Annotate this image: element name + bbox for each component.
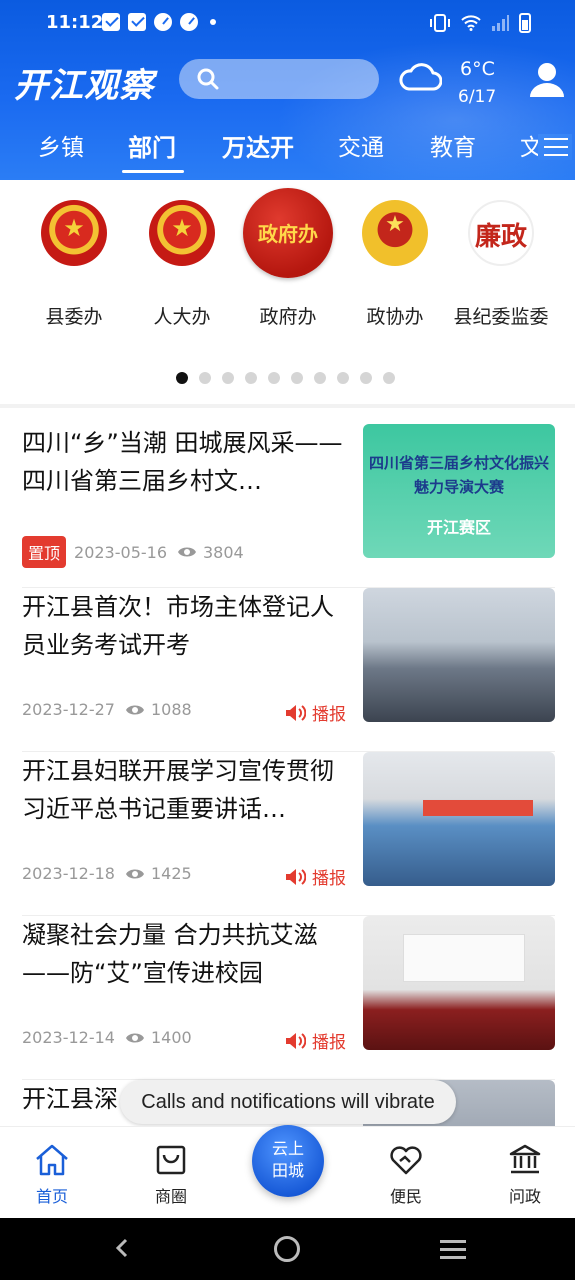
- news-meta: 2023-12-14 1400: [22, 1028, 192, 1047]
- home-icon: [36, 1144, 68, 1176]
- news-views: 1400: [150, 1028, 192, 1047]
- news-views: 1425: [150, 864, 192, 883]
- speaker-icon: [286, 1032, 306, 1049]
- news-thumbnail: [363, 752, 555, 886]
- dept-cppcc-office[interactable]: 政协办: [340, 200, 450, 329]
- eye-icon: [125, 869, 144, 878]
- dept-label: 政协办: [366, 306, 424, 328]
- news-title: 开江县妇联开展学习宣传贯彻习近平总书记重要讲话…: [22, 757, 334, 823]
- news-date: 2023-12-14: [22, 1028, 115, 1047]
- national-emblem-icon: [41, 200, 107, 266]
- search-input[interactable]: [179, 59, 379, 99]
- dept-discipline-commission[interactable]: 廉政 县纪委监委: [446, 200, 556, 329]
- news-thumbnail: 四川省第三届乡村文化振兴 魅力导演大赛 开江赛区: [363, 424, 555, 558]
- speaker-icon: [286, 704, 306, 721]
- weather-date: 6/17: [458, 87, 497, 107]
- system-toast: Calls and notifications will vibrate: [120, 1080, 456, 1124]
- weather-temperature: 6°C: [460, 58, 495, 80]
- user-profile-icon[interactable]: [528, 60, 566, 98]
- section-divider: [0, 404, 575, 408]
- broadcast-button[interactable]: 播报: [284, 864, 346, 889]
- news-views: 3804: [203, 542, 244, 562]
- dept-county-committee[interactable]: 县委办: [19, 200, 129, 329]
- eye-icon: [125, 1033, 144, 1042]
- news-item[interactable]: 开江县妇联开展学习宣传贯彻习近平总书记重要讲话… 2023-12-18 1425…: [0, 752, 575, 916]
- carousel-pager: [176, 372, 395, 384]
- search-icon: [197, 68, 219, 90]
- nav-home[interactable]: 首页: [12, 1143, 92, 1207]
- shopping-bag-icon: [156, 1145, 186, 1175]
- tab-transport[interactable]: 交通: [338, 128, 384, 162]
- news-item[interactable]: 凝聚社会力量 合力共抗艾滋——防“艾”宣传进校园 2023-12-14 1400…: [0, 916, 575, 1080]
- notification-icon: [128, 13, 146, 31]
- tab-township[interactable]: 乡镇: [38, 128, 84, 162]
- news-date: 2023-12-18: [22, 864, 115, 883]
- news-meta: 置顶 2023-05-16 3804: [22, 536, 244, 568]
- battery-icon: [519, 13, 531, 33]
- news-item[interactable]: 四川“乡”当潮 田城展风采——四川省第三届乡村文… 置顶 2023-05-16 …: [0, 424, 575, 588]
- tab-culture[interactable]: 文: [520, 128, 543, 162]
- dept-label: 政府办: [259, 306, 317, 328]
- dept-npc-office[interactable]: 人大办: [127, 200, 237, 329]
- broadcast-button[interactable]: 播报: [284, 700, 346, 725]
- news-views: 1088: [150, 700, 192, 719]
- tab-education[interactable]: 教育: [430, 128, 476, 162]
- dept-label: 县委办: [45, 306, 103, 328]
- dept-label: 县纪委监委: [453, 306, 549, 328]
- compass-icon: [180, 13, 198, 31]
- news-thumbnail: [363, 588, 555, 722]
- news-meta: 2023-12-27 1088: [22, 700, 192, 719]
- system-navigation-bar: [0, 1218, 575, 1280]
- tab-wandakai[interactable]: 万达开: [222, 128, 294, 163]
- government-building-icon: [509, 1144, 541, 1174]
- heart-hands-icon: [390, 1146, 422, 1175]
- cppcc-emblem-icon: [362, 200, 428, 266]
- pinned-badge: 置顶: [22, 536, 67, 568]
- yunshang-tiancheng-button[interactable]: 云上 田城: [252, 1125, 324, 1197]
- news-meta: 2023-12-18 1425: [22, 864, 192, 883]
- active-tab-indicator: [122, 170, 184, 173]
- back-icon[interactable]: [112, 1238, 132, 1258]
- nav-inquiry[interactable]: 问政: [485, 1143, 565, 1207]
- broadcast-button[interactable]: 播报: [284, 1028, 346, 1053]
- national-emblem-icon: [149, 200, 215, 266]
- news-date: 2023-12-27: [22, 700, 115, 719]
- notification-icons: [102, 13, 216, 31]
- news-thumbnail: [363, 916, 555, 1050]
- news-title: 开江县首次！市场主体登记人员业务考试开考: [22, 593, 334, 659]
- home-button-icon[interactable]: [274, 1236, 300, 1262]
- nav-convenience[interactable]: 便民: [366, 1143, 446, 1207]
- government-office-icon: 政府办: [243, 188, 333, 278]
- news-item[interactable]: 开江县首次！市场主体登记人员业务考试开考 2023-12-27 1088 播报: [0, 588, 575, 752]
- speaker-icon: [286, 868, 306, 885]
- category-tabs: 乡镇 部门 万达开 交通 教育 文: [0, 128, 575, 173]
- lianzheng-icon: 廉政: [468, 200, 534, 266]
- signal-icon: [492, 15, 509, 31]
- nav-shopping[interactable]: 商圈: [131, 1143, 211, 1207]
- status-time: 11:12: [46, 12, 104, 33]
- system-status-icons: [429, 13, 531, 33]
- dept-government-office[interactable]: 政府办 政府办: [233, 188, 343, 329]
- app-header: 11:12 开江观察 6°C 6/17 乡镇 部门 万达开 交通 教育 文: [0, 0, 575, 180]
- tab-departments[interactable]: 部门: [128, 128, 176, 163]
- eye-icon: [178, 547, 196, 557]
- status-bar: 11:12: [0, 0, 575, 46]
- news-date: 2023-05-16: [74, 542, 167, 562]
- more-notifications-icon: [210, 19, 216, 25]
- news-title: 凝聚社会力量 合力共抗艾滋——防“艾”宣传进校园: [22, 921, 318, 987]
- tab-menu-icon[interactable]: [538, 134, 572, 160]
- dept-label: 人大办: [153, 306, 211, 328]
- compass-icon: [154, 13, 172, 31]
- cloud-icon: [399, 63, 442, 91]
- recent-apps-icon[interactable]: [440, 1240, 466, 1260]
- news-title: 四川“乡”当潮 田城展风采——四川省第三届乡村文…: [22, 429, 343, 495]
- wifi-icon: [461, 15, 481, 31]
- vibrate-icon: [430, 14, 450, 32]
- app-logo: 开江观察: [14, 66, 154, 106]
- notification-icon: [102, 13, 120, 31]
- eye-icon: [125, 705, 144, 714]
